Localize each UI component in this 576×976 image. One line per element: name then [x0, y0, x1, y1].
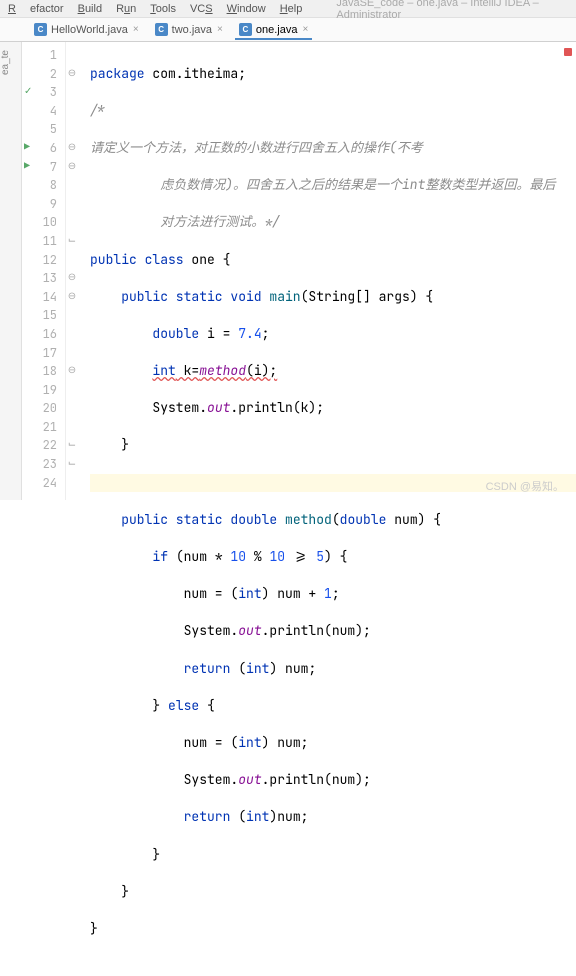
line-number[interactable]: 10 — [22, 213, 65, 232]
check-icon[interactable]: ✓ — [24, 86, 32, 96]
code-editor[interactable]: 1 2 ✓3 4 5 ▶6 ▶7 8 9 10 11 12 13 14 15 1… — [22, 42, 576, 500]
code-line: public class one { — [90, 251, 576, 270]
line-number[interactable]: 5 — [22, 120, 65, 139]
menu-window[interactable]: Window — [227, 3, 266, 15]
code-line: } — [90, 883, 576, 902]
tab-label: HelloWorld.java — [51, 24, 128, 36]
menu-build[interactable]: Build — [78, 3, 102, 15]
line-number[interactable]: 12 — [22, 251, 65, 270]
line-number[interactable]: ✓3 — [22, 83, 65, 102]
title-bar: Refactor Build Run Tools VCS Window Help… — [0, 0, 576, 18]
left-tool-sidebar[interactable]: ea_te — [0, 42, 22, 500]
line-number[interactable]: 11 — [22, 232, 65, 251]
editor-wrap: ea_te 1 2 ✓3 4 5 ▶6 ▶7 8 9 10 11 12 13 1… — [0, 42, 576, 500]
menu-vcs[interactable]: VCS — [190, 3, 213, 15]
line-number[interactable]: 15 — [22, 306, 65, 325]
code-area[interactable]: package com.itheima; /* 请定义一个方法，对正数的小数进行… — [78, 42, 576, 500]
line-number[interactable]: 24 — [22, 474, 65, 493]
code-line: } — [90, 436, 576, 455]
code-line: 虑负数情况)。四舍五入之后的结果是一个int整数类型并返回。最后 — [90, 176, 576, 195]
line-number[interactable]: 18 — [22, 362, 65, 381]
close-icon[interactable]: × — [217, 24, 223, 35]
sidebar-label: ea_te — [0, 50, 11, 75]
java-class-icon: C — [34, 23, 47, 36]
line-number[interactable]: 8 — [22, 176, 65, 195]
line-number[interactable]: 16 — [22, 325, 65, 344]
line-gutter[interactable]: 1 2 ✓3 4 5 ▶6 ▶7 8 9 10 11 12 13 14 15 1… — [22, 42, 66, 500]
line-number[interactable]: ▶6 — [22, 139, 65, 158]
line-number[interactable]: ▶7 — [22, 158, 65, 177]
line-number[interactable]: 2 — [22, 65, 65, 84]
code-line: System.out.println(num); — [90, 771, 576, 790]
code-line: if (num * 10 % 10 >= 5) { — [90, 548, 576, 567]
editor-tabs: C HelloWorld.java × C two.java × C one.j… — [0, 18, 576, 42]
line-number[interactable]: 9 — [22, 195, 65, 214]
tab-one[interactable]: C one.java × — [231, 20, 316, 39]
code-line: /* — [90, 102, 576, 121]
code-line: public static double method(double num) … — [90, 511, 576, 530]
line-number[interactable]: 17 — [22, 344, 65, 363]
line-number[interactable]: 21 — [22, 418, 65, 437]
close-icon[interactable]: × — [302, 24, 308, 35]
menu-help[interactable]: Help — [280, 3, 303, 15]
code-line: package com.itheima; — [90, 65, 576, 84]
watermark: CSDN @易知。 — [486, 478, 564, 494]
code-line: } — [90, 846, 576, 865]
error-underline[interactable]: int k=method(i); — [152, 362, 277, 379]
run-icon[interactable]: ▶ — [24, 142, 30, 152]
tab-helloworld[interactable]: C HelloWorld.java × — [26, 20, 147, 39]
main-menu[interactable]: Refactor Build Run Tools VCS Window Help — [8, 3, 316, 15]
code-line: int k=method(i); — [90, 362, 576, 381]
code-line: num = (int) num + 1; — [90, 585, 576, 604]
line-number[interactable]: 1 — [22, 46, 65, 65]
fold-column[interactable]: ⊖ ⊖⊖ ⌙⊖⊖ ⊖ ⌙⌙ — [66, 42, 78, 500]
line-number[interactable]: 4 — [22, 102, 65, 121]
code-line: System.out.println(num); — [90, 622, 576, 641]
tab-two[interactable]: C two.java × — [147, 20, 231, 39]
code-line: return (int) num; — [90, 660, 576, 679]
java-class-icon: C — [155, 23, 168, 36]
error-stripe-marker[interactable] — [564, 48, 572, 56]
close-icon[interactable]: × — [133, 24, 139, 35]
menu-refactor[interactable]: Refactor — [8, 3, 64, 15]
line-number[interactable]: 22 — [22, 436, 65, 455]
code-line: 请定义一个方法，对正数的小数进行四舍五入的操作(不考 — [90, 139, 576, 158]
window-title: JavaSE_code – one.java – IntelliJ IDEA –… — [316, 0, 568, 21]
code-line: return (int)num; — [90, 808, 576, 827]
tab-label: two.java — [172, 24, 212, 36]
code-line: } else { — [90, 697, 576, 716]
menu-run[interactable]: Run — [116, 3, 136, 15]
menu-tools[interactable]: Tools — [150, 3, 176, 15]
java-class-icon: C — [239, 23, 252, 36]
code-line: double i = 7.4; — [90, 325, 576, 344]
line-number[interactable]: 23 — [22, 455, 65, 474]
line-number[interactable]: 20 — [22, 399, 65, 418]
line-number[interactable]: 14 — [22, 288, 65, 307]
code-line: } — [90, 920, 576, 939]
code-line: System.out.println(k); — [90, 399, 576, 418]
code-line: public static void main(String[] args) { — [90, 288, 576, 307]
code-line: 对方法进行测试。*/ — [90, 213, 576, 232]
code-line: num = (int) num; — [90, 734, 576, 753]
run-icon[interactable]: ▶ — [24, 161, 30, 171]
line-number[interactable]: 19 — [22, 381, 65, 400]
tab-label: one.java — [256, 24, 298, 36]
line-number[interactable]: 13 — [22, 269, 65, 288]
